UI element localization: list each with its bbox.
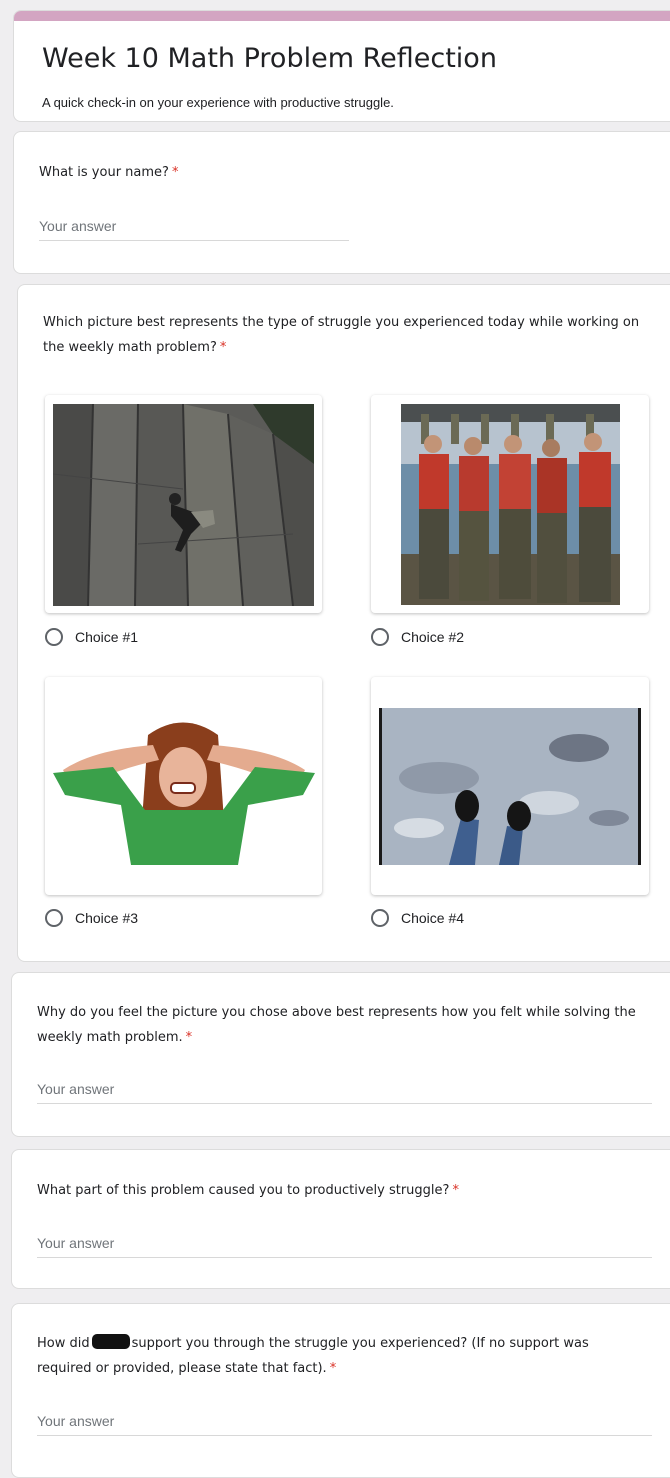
question-card-support: How did support you through the struggle … [11, 1303, 670, 1478]
required-asterisk: * [185, 1030, 193, 1045]
form-title: Week 10 Math Problem Reflection [42, 43, 497, 74]
question-label: Which picture best represents the type o… [43, 310, 643, 360]
choice-3-option[interactable]: Choice #3 [45, 909, 138, 927]
question-card-part: What part of this problem caused you to … [11, 1149, 670, 1289]
choice-1-radio[interactable] [45, 628, 63, 646]
choice-4-radio[interactable] [371, 909, 389, 927]
choice-1-label: Choice #1 [75, 629, 139, 645]
rock-climber-image [53, 404, 314, 606]
support-input[interactable]: Your answer [37, 1413, 652, 1436]
frustrated-woman-image [53, 715, 315, 865]
required-asterisk: * [219, 340, 227, 355]
name-input[interactable]: Your answer [39, 218, 349, 241]
why-input[interactable]: Your answer [37, 1081, 652, 1104]
redacted-name [91, 1334, 130, 1349]
form-header-card: Week 10 Math Problem Reflection A quick … [13, 10, 670, 122]
question-text: Which picture best represents the type o… [43, 315, 640, 355]
soldiers-lifting-image [401, 404, 620, 605]
choice-4-option[interactable]: Choice #4 [371, 909, 464, 927]
question-label: How did support you through the struggle … [37, 1331, 647, 1381]
choice-1-option[interactable]: Choice #1 [45, 628, 138, 646]
question-text: What part of this problem caused you to … [37, 1183, 450, 1198]
question-card-name: What is your name? * Your answer [13, 131, 670, 274]
choice-2-option[interactable]: Choice #2 [371, 628, 464, 646]
header-accent-band [14, 11, 670, 21]
question-label: What is your name? * [39, 160, 178, 185]
question-label: Why do you feel the picture you chose ab… [37, 1000, 637, 1050]
choice-1-image-frame[interactable] [45, 395, 322, 613]
required-asterisk: * [171, 165, 179, 180]
question-text: What is your name? [39, 165, 169, 180]
question-card-picture: Which picture best represents the type o… [17, 284, 670, 962]
required-asterisk: * [329, 1361, 337, 1376]
choice-3-image-frame[interactable] [45, 677, 322, 895]
question-text: Why do you feel the picture you chose ab… [37, 1005, 636, 1045]
question-card-why: Why do you feel the picture you chose ab… [11, 972, 670, 1137]
feet-on-ice-image [379, 708, 641, 865]
choice-3-radio[interactable] [45, 909, 63, 927]
choice-2-image-frame[interactable] [371, 395, 649, 613]
part-input[interactable]: Your answer [37, 1235, 652, 1258]
question-label: What part of this problem caused you to … [37, 1178, 459, 1203]
question-text-start: How did [37, 1336, 90, 1351]
choice-2-radio[interactable] [371, 628, 389, 646]
choice-4-image-frame[interactable] [371, 677, 649, 895]
choice-3-label: Choice #3 [75, 910, 139, 926]
choice-2-label: Choice #2 [401, 629, 465, 645]
choice-4-label: Choice #4 [401, 910, 465, 926]
required-asterisk: * [452, 1183, 459, 1198]
form-description: A quick check-in on your experience with… [42, 95, 394, 110]
